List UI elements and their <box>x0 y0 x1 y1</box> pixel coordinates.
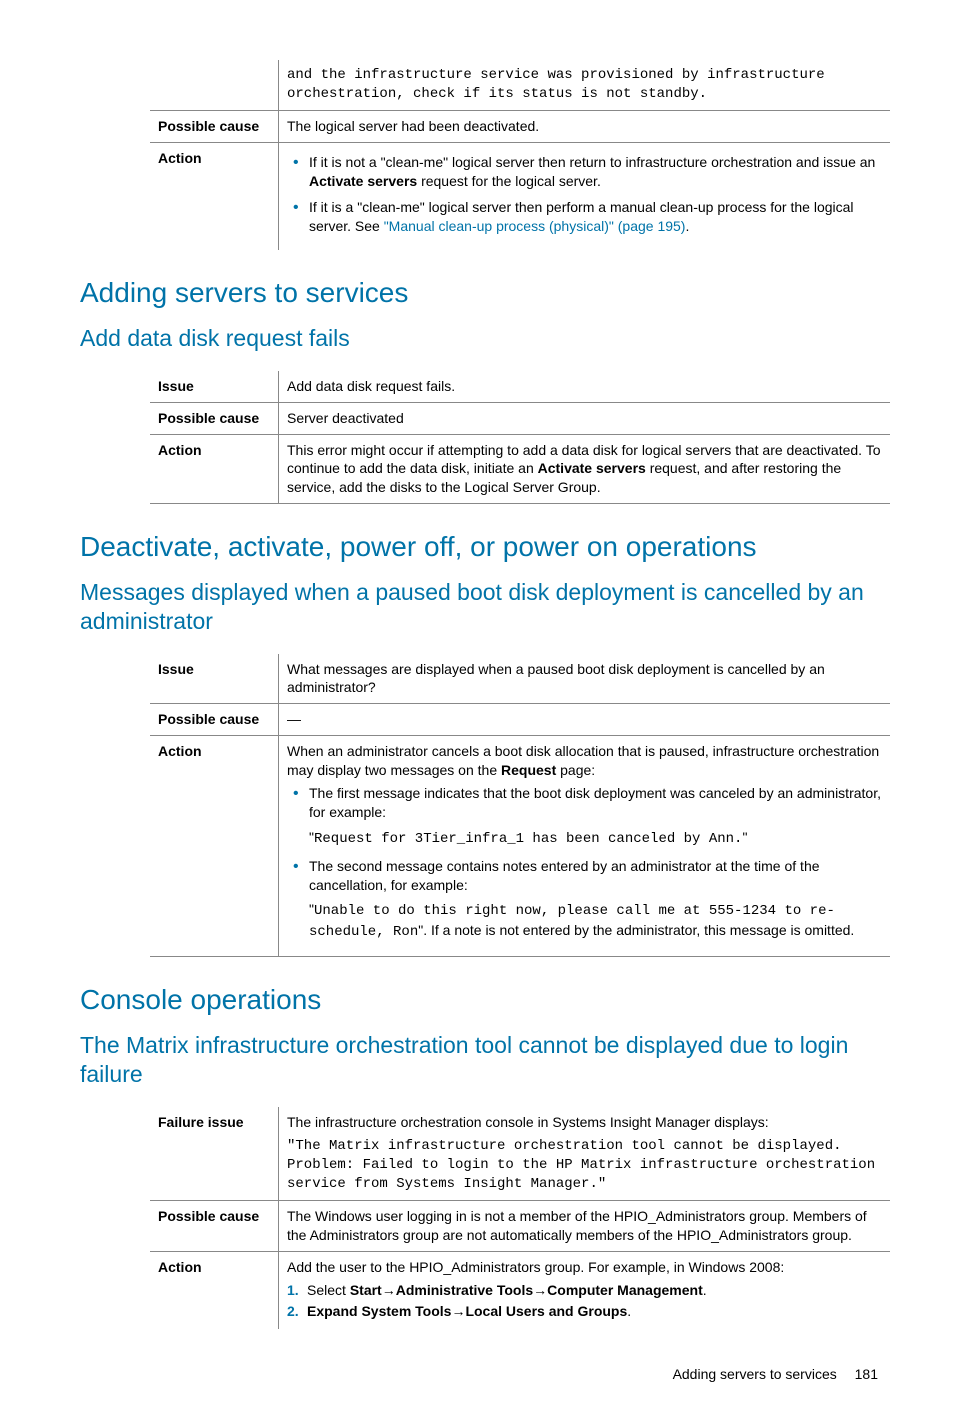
issue-label: Issue <box>150 371 279 402</box>
step-2: Expand System Tools→Local Users and Grou… <box>287 1302 882 1321</box>
possible-cause-label: Possible cause <box>150 402 279 434</box>
section-heading-console-ops: Console operations <box>80 981 884 1019</box>
action-bullet-2: If it is a "clean-me" logical server the… <box>293 198 882 236</box>
issue-table-add-data-disk: Issue Add data disk request fails. Possi… <box>150 371 890 504</box>
possible-cause-label: Possible cause <box>150 110 279 142</box>
footer-section-title: Adding servers to services <box>673 1366 837 1382</box>
arrow: → <box>533 1282 547 1298</box>
bold-text: Expand System Tools <box>307 1303 451 1319</box>
text: request for the logical server. <box>417 173 601 189</box>
issue-table-continuation: and the infrastructure service was provi… <box>150 60 890 250</box>
text: . <box>627 1303 631 1319</box>
issue-text: What messages are displayed when a pause… <box>279 654 891 704</box>
issue-text: Add data disk request fails. <box>279 371 891 402</box>
subsection-heading-paused-boot: Messages displayed when a paused boot di… <box>80 578 884 636</box>
action-label: Action <box>150 1251 279 1328</box>
action-bullet-2: The second message contains notes entere… <box>293 857 882 943</box>
action-content: Add the user to the HPIO_Administrators … <box>279 1251 891 1328</box>
issue-table-paused-boot: Issue What messages are displayed when a… <box>150 654 890 958</box>
section-heading-deactivate: Deactivate, activate, power off, or powe… <box>80 528 884 566</box>
action-content: When an administrator cancels a boot dis… <box>279 736 891 957</box>
possible-cause-label: Possible cause <box>150 1201 279 1252</box>
bullet-text: The second message contains notes entere… <box>309 857 882 895</box>
possible-cause-text: The Windows user logging in is not a mem… <box>279 1201 891 1252</box>
continuation-text: and the infrastructure service was provi… <box>279 60 891 110</box>
bold-text: Request <box>501 762 556 778</box>
text: page: <box>556 762 595 778</box>
subsection-heading-login-failure: The Matrix infrastructure orchestration … <box>80 1031 884 1089</box>
possible-cause-label: Possible cause <box>150 704 279 736</box>
section-heading-adding-servers: Adding servers to services <box>80 274 884 312</box>
issue-label: Issue <box>150 654 279 704</box>
bold-text: Computer Management <box>547 1282 703 1298</box>
action-bullet-1: If it is not a "clean-me" logical server… <box>293 153 882 191</box>
possible-cause-text: Server deactivated <box>279 402 891 434</box>
action-content: If it is not a "clean-me" logical server… <box>279 142 891 250</box>
text: Select <box>307 1282 350 1298</box>
arrow: → <box>451 1303 465 1319</box>
step-1: Select Start→Administrative Tools→Comput… <box>287 1281 882 1300</box>
failure-issue-label: Failure issue <box>150 1107 279 1201</box>
action-intro: When an administrator cancels a boot dis… <box>287 742 882 780</box>
failure-issue-content: The infrastructure orchestration console… <box>279 1107 891 1201</box>
code-example-1: "Request for 3Tier_infra_1 has been canc… <box>309 828 882 849</box>
bold-text: Activate servers <box>309 173 417 189</box>
arrow: → <box>382 1282 396 1298</box>
trailing-text: ". If a note is not entered by the admin… <box>418 922 854 938</box>
possible-cause-text: — <box>279 704 891 736</box>
text: . <box>703 1282 707 1298</box>
bullet-text: The first message indicates that the boo… <box>309 784 882 822</box>
action-label: Action <box>150 736 279 957</box>
bold-text: Start <box>350 1282 382 1298</box>
error-message: "The Matrix infrastructure orchestration… <box>287 1137 882 1194</box>
action-label: Action <box>150 142 279 250</box>
page-number: 181 <box>855 1366 878 1382</box>
bold-text: Local Users and Groups <box>465 1303 627 1319</box>
page-footer: Adding servers to services 181 <box>80 1365 878 1384</box>
intro-text: The infrastructure orchestration console… <box>287 1113 882 1132</box>
possible-cause-text: The logical server had been deactivated. <box>279 110 891 142</box>
action-label: Action <box>150 434 279 504</box>
text: . <box>685 218 689 234</box>
action-bullet-1: The first message indicates that the boo… <box>293 784 882 849</box>
bold-text: Administrative Tools <box>396 1282 533 1298</box>
subsection-heading-add-data-disk: Add data disk request fails <box>80 324 884 353</box>
action-text: This error might occur if attempting to … <box>279 434 891 504</box>
code-example-2: "Unable to do this right now, please cal… <box>309 900 882 942</box>
issue-table-login-failure: Failure issue The infrastructure orchest… <box>150 1107 890 1329</box>
bold-text: Activate servers <box>538 460 646 476</box>
empty-label <box>150 60 279 110</box>
action-intro: Add the user to the HPIO_Administrators … <box>287 1258 882 1277</box>
text: If it is not a "clean-me" logical server… <box>309 154 875 170</box>
quote-close: " <box>742 829 747 845</box>
mono-text: Request for 3Tier_infra_1 has been cance… <box>314 831 742 847</box>
cross-ref-link[interactable]: "Manual clean-up process (physical)" (pa… <box>384 218 686 234</box>
